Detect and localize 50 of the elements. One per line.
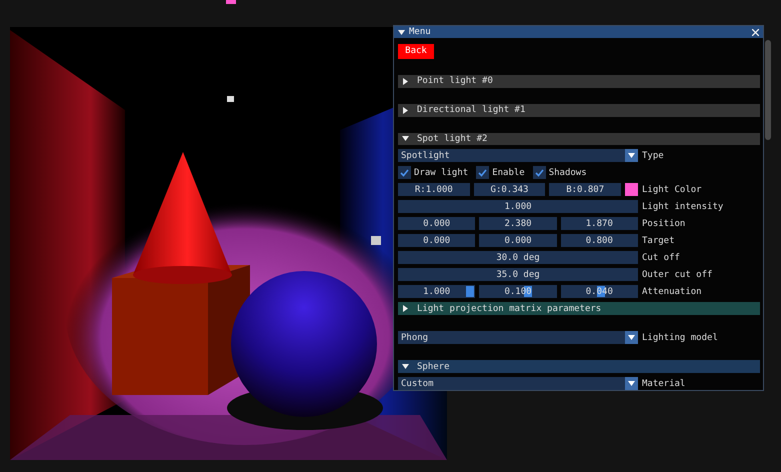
- dropdown[interactable]: Spotlight: [398, 149, 638, 162]
- close-icon[interactable]: [752, 28, 759, 36]
- checkbox-label: Draw light: [414, 168, 468, 178]
- section-header[interactable]: Sphere: [398, 360, 760, 374]
- section-header[interactable]: Point light #0: [398, 74, 760, 88]
- section-header[interactable]: Light projection matrix parameters: [398, 302, 760, 316]
- back-button[interactable]: Back: [398, 44, 434, 59]
- caret-right-icon: [402, 305, 409, 312]
- number-field[interactable]: 0.800: [560, 234, 638, 248]
- color-swatch[interactable]: [625, 183, 638, 196]
- checkbox[interactable]: [398, 166, 411, 180]
- field-label: Light Color: [642, 184, 702, 195]
- number-field[interactable]: 35.0 deg: [398, 268, 638, 282]
- checkbox[interactable]: [532, 166, 546, 180]
- checkbox-label: Shadows: [548, 168, 587, 178]
- field-label: Outer cut off: [642, 270, 712, 280]
- section-header[interactable]: Spot light #2: [398, 132, 760, 146]
- field-label: Type: [642, 150, 664, 161]
- caret-down-icon: [402, 135, 409, 142]
- scrollbar-thumb[interactable]: [765, 40, 771, 140]
- caret-right-icon: [402, 78, 409, 85]
- field-label: Light intensity: [642, 202, 724, 212]
- caret-right-icon: [402, 106, 409, 114]
- field-label: Position: [642, 218, 686, 229]
- dropdown[interactable]: Phong: [398, 331, 638, 344]
- checkbox-label: Enable: [492, 168, 525, 178]
- number-field[interactable]: 0.000: [479, 234, 557, 248]
- number-field[interactable]: 0.000: [398, 217, 476, 230]
- field-label: Material: [642, 378, 686, 389]
- dropdown[interactable]: Custom: [398, 377, 638, 390]
- caret-down-icon: [402, 363, 409, 370]
- number-field[interactable]: 1.870: [560, 217, 638, 230]
- field-label: Attenuation: [642, 286, 702, 297]
- field-label: Lighting model: [642, 332, 718, 343]
- checkbox[interactable]: [476, 166, 490, 180]
- slider[interactable]: 1.000: [398, 285, 476, 298]
- number-field[interactable]: 0.000: [398, 234, 476, 248]
- number-field[interactable]: 2.380: [479, 217, 557, 230]
- number-field[interactable]: G:0.343: [474, 183, 546, 196]
- window-title: Menu: [409, 27, 432, 37]
- number-field[interactable]: 1.000: [398, 200, 638, 214]
- number-field[interactable]: 30.0 deg: [398, 251, 638, 264]
- field-label: Cut off: [642, 252, 680, 263]
- scene-corner-drawing: [393, 391, 447, 460]
- section-header[interactable]: Directional light #1: [398, 104, 760, 116]
- number-field[interactable]: R:1.000: [398, 183, 470, 196]
- number-field[interactable]: B:0.807: [549, 183, 622, 196]
- field-label: Target: [642, 236, 675, 246]
- caret-down-icon: [398, 28, 405, 36]
- slider-grab[interactable]: [466, 286, 474, 298]
